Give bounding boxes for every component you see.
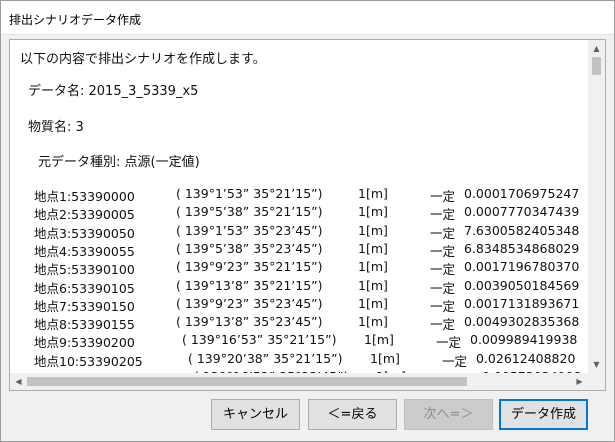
row-value: 0.0017196780370: [464, 259, 580, 275]
row-height: 1[m]: [370, 350, 400, 366]
row-value: 0.0001706975247: [464, 186, 580, 201]
row-point: 地点1:53390000: [34, 189, 135, 204]
row-mode: 一定: [436, 335, 462, 351]
row-point: 地点7:53390150: [34, 298, 135, 314]
row-point: 地点3:53390050: [34, 225, 135, 241]
scroll-left-arrow-icon[interactable]: ◀: [10, 373, 27, 390]
row-point: 地点5:53390100: [34, 262, 135, 278]
row-point: 地点8:53390155: [34, 317, 135, 333]
title-bar: 排出シナリオデータ作成: [1, 1, 614, 35]
row-point: 地点9:53390200: [34, 335, 135, 351]
row-mode: 一定: [430, 262, 456, 278]
data-name-text: データ名: 2015_3_5339_x5: [28, 84, 199, 99]
row-coord: ( 139°9’23” 35°23’45”): [176, 295, 323, 311]
scroll-up-arrow-icon[interactable]: ▲: [588, 40, 605, 57]
row-coord: ( 139°13’8” 35°21’15”): [176, 277, 323, 293]
next-button[interactable]: 次へ=＞: [404, 399, 493, 430]
row-mode: 一定: [430, 207, 456, 223]
row-value: 0.0039050184569: [464, 277, 580, 293]
scroll-right-arrow-icon[interactable]: ▶: [571, 373, 588, 390]
row-mode: 一定: [430, 317, 456, 333]
row-point: 地点2:53390005: [34, 207, 135, 223]
source-type-text: 元データ種別: 点源(一定値): [38, 155, 200, 170]
horizontal-scroll-thumb[interactable]: [27, 377, 467, 386]
row-coord: ( 139°20’38” 35°21’15”): [188, 350, 343, 366]
row-height: 1[m]: [364, 332, 394, 348]
vertical-scroll-thumb[interactable]: [592, 57, 601, 75]
row-coord: ( 139°1’53” 35°21’15”): [176, 186, 323, 201]
row-value: 0.0049302835368: [464, 314, 580, 330]
row-height: 1[m]: [358, 186, 388, 201]
create-data-button[interactable]: データ作成: [499, 399, 588, 430]
scrollbar-corner: [588, 373, 605, 390]
row-value: 0.02612408820: [476, 350, 576, 366]
row-value: 0.0007770347439: [464, 204, 580, 220]
row-mode: 一定: [430, 225, 456, 241]
row-coord: ( 139°13’8” 35°23’45”): [176, 314, 323, 330]
cancel-button[interactable]: キャンセル: [211, 399, 300, 430]
row-mode: 一定: [430, 243, 456, 259]
summary-content: 以下の内容で排出シナリオを作成します。 データ名: 2015_3_5339_x5…: [10, 40, 588, 373]
row-coord: ( 139°5’38” 35°21’15”): [176, 204, 323, 220]
row-value: 0.009989419938: [470, 332, 578, 348]
row-height: 1[m]: [358, 277, 388, 293]
window-title: 排出シナリオデータ作成: [9, 13, 142, 27]
row-point: 地点4:53390055: [34, 243, 135, 259]
row-coord: ( 139°16’53” 35°21’15”): [182, 332, 337, 348]
row-coord: ( 139°9’23” 35°21’15”): [176, 259, 323, 275]
row-height: 1[m]: [358, 240, 388, 256]
row-point: 地点6:53390105: [34, 280, 135, 296]
row-mode: 一定: [430, 280, 456, 296]
dialog-window: 排出シナリオデータ作成 以下の内容で排出シナリオを作成します。 データ名: 20…: [0, 0, 615, 442]
row-height: 1[m]: [358, 204, 388, 220]
row-point: 地点10:53390205: [34, 353, 143, 369]
row-height: 1[m]: [358, 295, 388, 311]
row-coord: ( 139°5’38” 35°23’45”): [176, 240, 323, 256]
row-value: 0.0017131893671: [464, 295, 580, 311]
back-button[interactable]: ＜=戻る: [308, 399, 397, 430]
row-mode: 一定: [430, 298, 456, 314]
row-height: 1[m]: [358, 222, 388, 238]
summary-panel[interactable]: 以下の内容で排出シナリオを作成します。 データ名: 2015_3_5339_x5…: [9, 39, 606, 391]
row-value: 7.6300582405348: [464, 222, 580, 238]
row-coord: ( 139°1’53” 35°23’45”): [176, 222, 323, 238]
row-height: 1[m]: [358, 259, 388, 275]
row-mode: 一定: [442, 353, 468, 369]
horizontal-scrollbar[interactable]: ◀ ▶: [10, 373, 588, 390]
substance-text: 物質名: 3: [28, 120, 84, 135]
intro-text: 以下の内容で排出シナリオを作成します。: [20, 52, 266, 67]
scroll-down-arrow-icon[interactable]: ▼: [588, 356, 605, 373]
row-value: 6.8348534868029: [464, 240, 580, 256]
row-height: 1[m]: [358, 314, 388, 330]
vertical-scrollbar[interactable]: ▲ ▼: [588, 40, 605, 373]
row-mode: 一定: [430, 189, 456, 204]
